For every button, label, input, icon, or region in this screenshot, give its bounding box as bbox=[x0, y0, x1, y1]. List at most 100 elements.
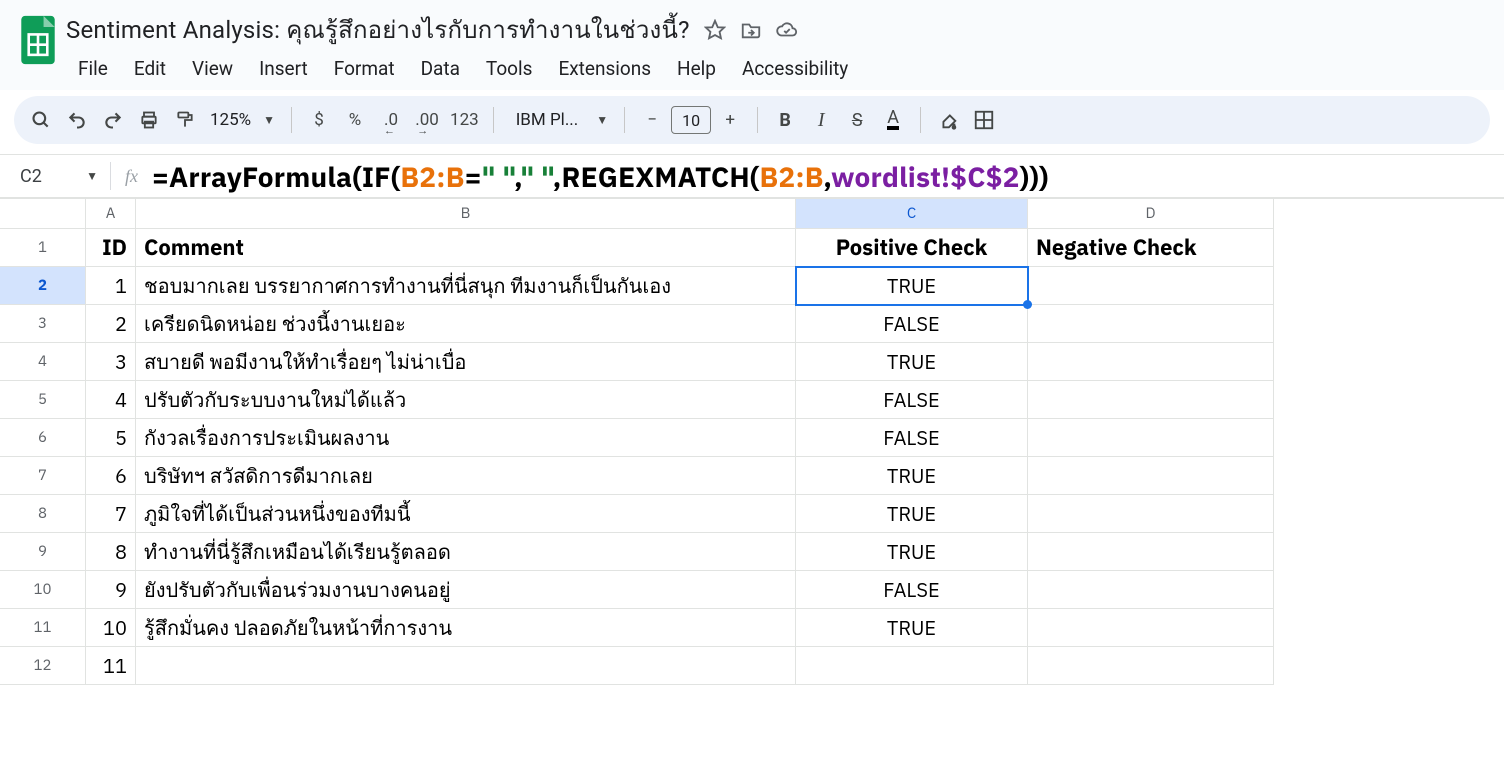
cell-D1[interactable]: Negative Check bbox=[1028, 229, 1274, 267]
borders-button[interactable] bbox=[967, 103, 1001, 137]
row-header-8[interactable]: 8 bbox=[0, 495, 86, 533]
italic-button[interactable]: I bbox=[804, 103, 838, 137]
cell-B9[interactable]: ทำงานที่นี่รู้สึกเหมือนได้เรียนรู้ตลอด bbox=[136, 533, 796, 571]
menu-data[interactable]: Data bbox=[409, 53, 472, 84]
row-header-6[interactable]: 6 bbox=[0, 419, 86, 457]
cell-A1[interactable]: ID bbox=[86, 229, 136, 267]
cell-C4[interactable]: TRUE bbox=[796, 343, 1028, 381]
cell-C5[interactable]: FALSE bbox=[796, 381, 1028, 419]
cell-D11[interactable] bbox=[1028, 609, 1274, 647]
column-header-D[interactable]: D bbox=[1028, 199, 1274, 229]
spreadsheet-grid[interactable]: ABCD 1IDCommentPositive CheckNegative Che… bbox=[0, 198, 1504, 685]
menu-edit[interactable]: Edit bbox=[122, 53, 178, 84]
cell-B1[interactable]: Comment bbox=[136, 229, 796, 267]
cell-C8[interactable]: TRUE bbox=[796, 495, 1028, 533]
row-header-12[interactable]: 12 bbox=[0, 647, 86, 685]
cell-A11[interactable]: 10 bbox=[86, 609, 136, 647]
cell-C9[interactable]: TRUE bbox=[796, 533, 1028, 571]
menu-accessibility[interactable]: Accessibility bbox=[730, 53, 860, 84]
currency-button[interactable]: $ bbox=[302, 103, 336, 137]
cell-A6[interactable]: 5 bbox=[86, 419, 136, 457]
cell-B2[interactable]: ชอบมากเลย บรรยากาศการทำงานที่นี่สนุก ทีม… bbox=[136, 267, 796, 305]
app-logo[interactable] bbox=[10, 8, 66, 66]
font-size-input[interactable]: 10 bbox=[671, 106, 711, 134]
cell-C11[interactable]: TRUE bbox=[796, 609, 1028, 647]
move-icon[interactable] bbox=[740, 19, 762, 41]
cell-B10[interactable]: ยังปรับตัวกับเพื่อนร่วมงานบางคนอยู่ bbox=[136, 571, 796, 609]
strikethrough-button[interactable]: S bbox=[840, 103, 874, 137]
percent-button[interactable]: % bbox=[338, 103, 372, 137]
star-icon[interactable] bbox=[704, 19, 726, 41]
cell-B3[interactable]: เครียดนิดหน่อย ช่วงนี้งานเยอะ bbox=[136, 305, 796, 343]
cell-C1[interactable]: Positive Check bbox=[796, 229, 1028, 267]
menu-view[interactable]: View bbox=[180, 53, 245, 84]
fill-color-button[interactable] bbox=[931, 103, 965, 137]
column-header-C[interactable]: C bbox=[796, 199, 1028, 229]
print-icon[interactable] bbox=[132, 103, 166, 137]
cell-A12[interactable]: 11 bbox=[86, 647, 136, 685]
row-header-5[interactable]: 5 bbox=[0, 381, 86, 419]
menu-help[interactable]: Help bbox=[665, 53, 728, 84]
cell-D2[interactable] bbox=[1028, 267, 1274, 305]
cell-B4[interactable]: สบายดี พอมีงานให้ทำเรื่อยๆ ไม่น่าเบื่อ bbox=[136, 343, 796, 381]
row-header-7[interactable]: 7 bbox=[0, 457, 86, 495]
cell-C7[interactable]: TRUE bbox=[796, 457, 1028, 495]
cell-A2[interactable]: 1 bbox=[86, 267, 136, 305]
column-header-B[interactable]: B bbox=[136, 199, 796, 229]
row-header-11[interactable]: 11 bbox=[0, 609, 86, 647]
row-header-3[interactable]: 3 bbox=[0, 305, 86, 343]
menu-file[interactable]: File bbox=[66, 53, 120, 84]
cell-D5[interactable] bbox=[1028, 381, 1274, 419]
menu-insert[interactable]: Insert bbox=[247, 53, 320, 84]
cell-C6[interactable]: FALSE bbox=[796, 419, 1028, 457]
menu-tools[interactable]: Tools bbox=[474, 53, 545, 84]
decrease-decimal-button[interactable]: .0← bbox=[374, 103, 408, 137]
selection-handle[interactable] bbox=[1023, 300, 1032, 309]
cell-B5[interactable]: ปรับตัวกับระบบงานใหม่ได้แล้ว bbox=[136, 381, 796, 419]
bold-button[interactable]: B bbox=[768, 103, 802, 137]
cell-B12[interactable] bbox=[136, 647, 796, 685]
cell-A8[interactable]: 7 bbox=[86, 495, 136, 533]
cell-B11[interactable]: รู้สึกมั่นคง ปลอดภัยในหน้าที่การงาน bbox=[136, 609, 796, 647]
cell-D12[interactable] bbox=[1028, 647, 1274, 685]
row-header-10[interactable]: 10 bbox=[0, 571, 86, 609]
cell-D9[interactable] bbox=[1028, 533, 1274, 571]
cell-B7[interactable]: บริษัทฯ สวัสดิการดีมากเลย bbox=[136, 457, 796, 495]
cell-D4[interactable] bbox=[1028, 343, 1274, 381]
cell-B6[interactable]: กังวลเรื่องการประเมินผลงาน bbox=[136, 419, 796, 457]
decrease-font-button[interactable]: − bbox=[635, 103, 669, 137]
cell-A7[interactable]: 6 bbox=[86, 457, 136, 495]
fx-icon[interactable]: fx bbox=[111, 166, 152, 187]
cell-A10[interactable]: 9 bbox=[86, 571, 136, 609]
cloud-status-icon[interactable] bbox=[776, 19, 798, 41]
cell-C2[interactable]: TRUE bbox=[796, 267, 1028, 305]
increase-font-button[interactable]: + bbox=[713, 103, 747, 137]
cell-D8[interactable] bbox=[1028, 495, 1274, 533]
row-header-4[interactable]: 4 bbox=[0, 343, 86, 381]
cell-C3[interactable]: FALSE bbox=[796, 305, 1028, 343]
undo-icon[interactable] bbox=[60, 103, 94, 137]
menu-format[interactable]: Format bbox=[322, 53, 407, 84]
cell-C12[interactable] bbox=[796, 647, 1028, 685]
row-header-2[interactable]: 2 bbox=[0, 267, 86, 305]
increase-decimal-button[interactable]: .00→ bbox=[410, 103, 444, 137]
font-dropdown[interactable]: IBM Pl... ▼ bbox=[504, 110, 614, 130]
paint-format-icon[interactable] bbox=[168, 103, 202, 137]
cell-D6[interactable] bbox=[1028, 419, 1274, 457]
name-box[interactable]: C2 ▼ bbox=[0, 166, 110, 187]
formula-input[interactable]: =ArrayFormula(IF(B2:B=" "," ",REGEXMATCH… bbox=[152, 158, 1049, 195]
cell-B8[interactable]: ภูมิใจที่ได้เป็นส่วนหนึ่งของทีมนี้ bbox=[136, 495, 796, 533]
cell-A5[interactable]: 4 bbox=[86, 381, 136, 419]
cell-D10[interactable] bbox=[1028, 571, 1274, 609]
redo-icon[interactable] bbox=[96, 103, 130, 137]
cell-A3[interactable]: 2 bbox=[86, 305, 136, 343]
column-header-A[interactable]: A bbox=[86, 199, 136, 229]
cell-A4[interactable]: 3 bbox=[86, 343, 136, 381]
text-color-button[interactable]: A bbox=[876, 103, 910, 137]
zoom-dropdown[interactable]: 125% ▼ bbox=[204, 110, 281, 130]
row-header-9[interactable]: 9 bbox=[0, 533, 86, 571]
menu-extensions[interactable]: Extensions bbox=[546, 53, 663, 84]
cell-D7[interactable] bbox=[1028, 457, 1274, 495]
row-header-1[interactable]: 1 bbox=[0, 229, 86, 267]
cell-A9[interactable]: 8 bbox=[86, 533, 136, 571]
